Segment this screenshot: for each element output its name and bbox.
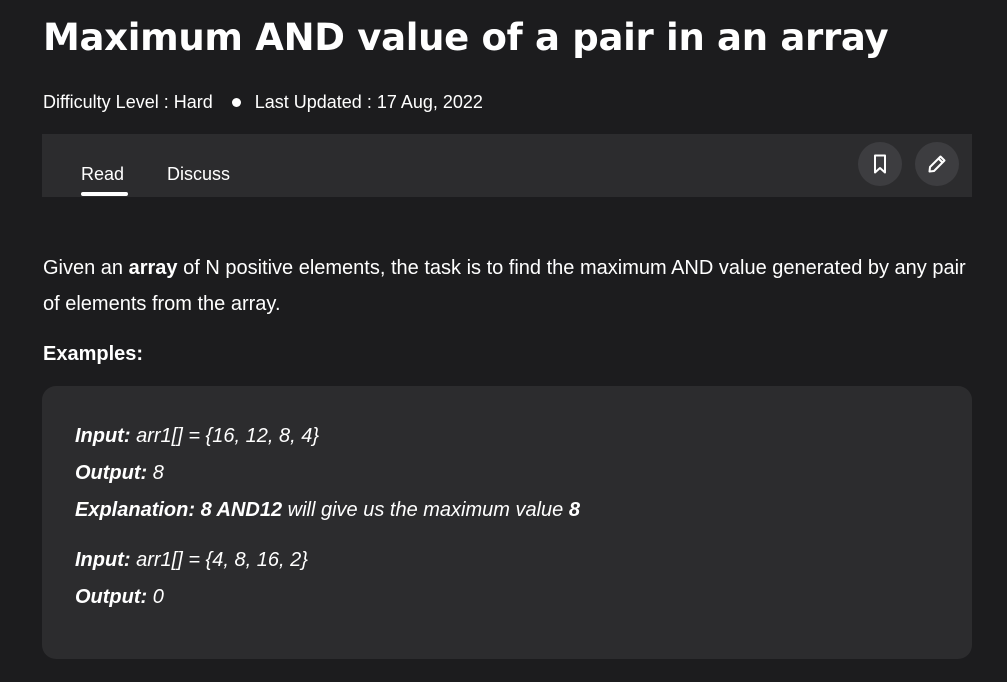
active-tab-indicator [81, 192, 128, 196]
example-1-output: Output: 8 [75, 460, 164, 486]
output-label: Output: [75, 462, 148, 484]
output-label: Output: [75, 586, 148, 608]
problem-statement: Given an array of N positive elements, t… [43, 250, 968, 322]
article-tab-bar: Read Discuss [42, 134, 972, 197]
separator-dot [231, 97, 241, 107]
input-label: Input: [75, 425, 131, 447]
article-meta: Difficulty Level : Hard Last Updated : 1… [43, 90, 483, 114]
difficulty-level: Difficulty Level : Hard [43, 91, 213, 112]
explanation-text: will give us the maximum value [282, 499, 569, 521]
input-value: arr1[] = {4, 8, 16, 2} [130, 549, 308, 571]
tab-discuss[interactable]: Discuss [167, 163, 230, 185]
input-value: arr1[] = {16, 12, 8, 4} [130, 425, 319, 447]
intro-text: Given an [43, 257, 129, 279]
last-updated: Last Updated : 17 Aug, 2022 [254, 91, 483, 112]
bookmark-icon [874, 154, 886, 174]
edit-button[interactable] [915, 142, 959, 186]
bookmark-button[interactable] [858, 142, 902, 186]
example-1-input: Input: arr1[] = {16, 12, 8, 4} [75, 423, 319, 449]
example-1-explanation: Explanation: 8 AND12 will give us the ma… [75, 497, 580, 523]
example-2-output: Output: 0 [75, 584, 164, 610]
output-value: 0 [147, 586, 164, 608]
explanation-value: 8 [568, 499, 580, 521]
examples-box: Input: arr1[] = {16, 12, 8, 4} Output: 8… [42, 386, 972, 659]
examples-heading: Examples: [43, 343, 144, 365]
pencil-icon [928, 155, 946, 173]
intro-text-rest: of N positive elements, the task is to f… [43, 257, 966, 315]
example-2-input: Input: arr1[] = {4, 8, 16, 2} [75, 547, 308, 573]
output-value: 8 [147, 462, 164, 484]
explanation-label: Explanation: 8 AND12 [75, 499, 283, 521]
tab-read[interactable]: Read [81, 163, 124, 185]
input-label: Input: [75, 549, 131, 571]
array-link-text: array [128, 257, 178, 279]
page-title: Maximum AND value of a pair in an array [43, 16, 889, 59]
